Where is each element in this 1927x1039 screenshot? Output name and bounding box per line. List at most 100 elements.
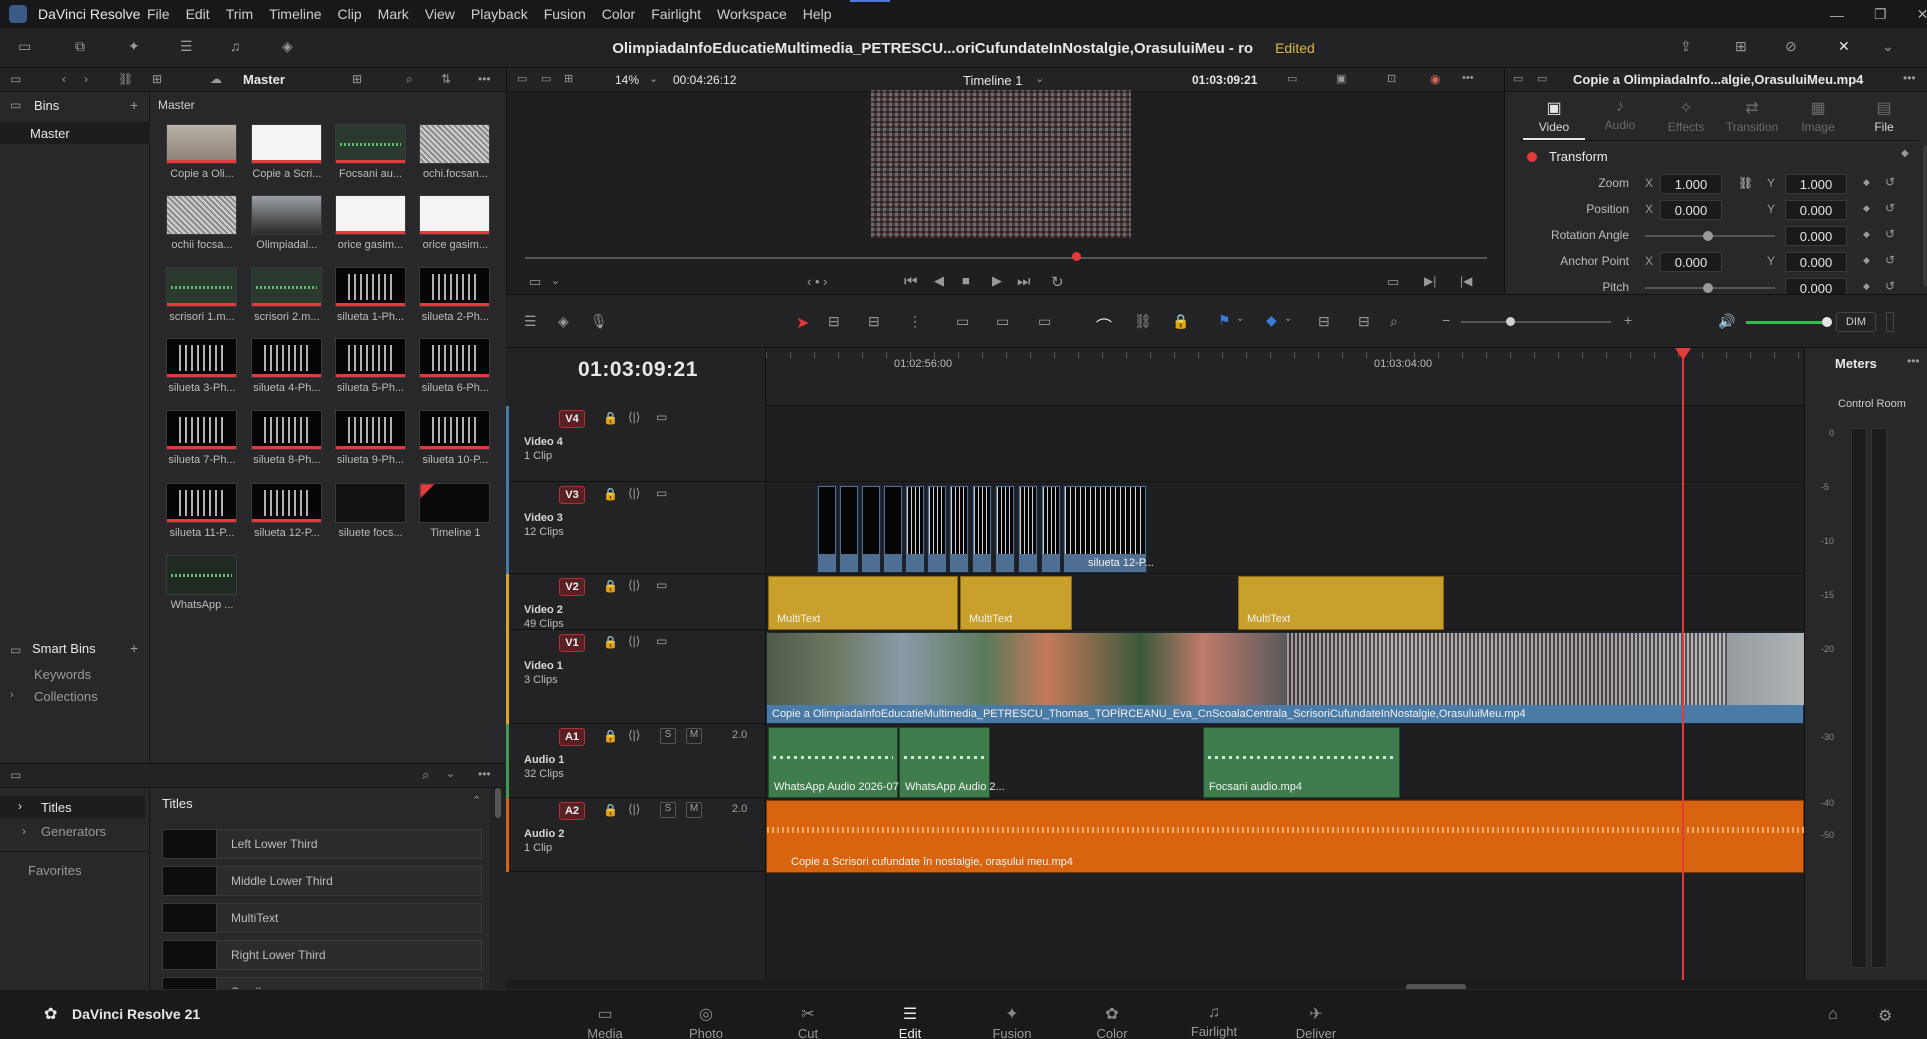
- page-tab-cut[interactable]: ✂ Cut: [758, 1004, 858, 1039]
- edit-index-icon[interactable]: ✦: [128, 38, 140, 55]
- menu-trim[interactable]: Trim: [226, 6, 253, 22]
- stacked-view-icon[interactable]: ◈: [558, 313, 569, 330]
- blade-tool-icon[interactable]: ⋮: [908, 313, 922, 330]
- skip-start-icon[interactable]: ⏮: [904, 273, 918, 290]
- flag-icon[interactable]: ⚑: [1218, 312, 1231, 329]
- mute-button[interactable]: M: [686, 802, 702, 818]
- menu-file[interactable]: File: [147, 6, 170, 22]
- slider-handle[interactable]: [1703, 283, 1713, 293]
- clip-mode-icon[interactable]: ▭: [529, 274, 541, 290]
- v3-clip[interactable]: [817, 485, 837, 573]
- match-frame-icon[interactable]: ▭: [1387, 274, 1399, 290]
- v2-clip-multitext[interactable]: MultiText: [960, 576, 1072, 630]
- track-sync-icon[interactable]: ⟨|⟩: [628, 410, 640, 424]
- timeline-view-icon[interactable]: ☰: [524, 313, 537, 330]
- close-icon[interactable]: ✕: [1917, 6, 1927, 23]
- next-edit-icon[interactable]: ▶|: [1424, 274, 1436, 288]
- track-visibility-icon[interactable]: ▭: [656, 578, 667, 592]
- media-pool-toggle-icon[interactable]: ▭: [18, 38, 31, 55]
- link-icon[interactable]: ⛓: [118, 72, 133, 86]
- title-item[interactable]: Middle Lower Third: [162, 866, 482, 896]
- maximize-icon[interactable]: ❐: [1874, 6, 1887, 23]
- track-sync-icon[interactable]: ⟨|⟩: [628, 634, 640, 648]
- track-lock-icon[interactable]: 🔒: [603, 803, 618, 817]
- menu-playback[interactable]: Playback: [471, 6, 528, 22]
- view-toggle-icon[interactable]: ◈: [282, 38, 293, 55]
- v2-clip-multitext[interactable]: MultiText: [1238, 576, 1444, 630]
- title-item[interactable]: MultiText: [162, 903, 482, 933]
- v3-clip[interactable]: [1018, 485, 1038, 573]
- clip-thumbnail[interactable]: [334, 338, 406, 379]
- clip-thumbnail[interactable]: [250, 124, 322, 165]
- v3-clip[interactable]: [883, 485, 903, 573]
- clip-thumbnail[interactable]: [250, 338, 322, 379]
- import-icon[interactable]: ⊞: [152, 72, 162, 86]
- y-value-field[interactable]: 1.000: [1785, 174, 1847, 194]
- selection-tool-icon[interactable]: ➤: [796, 313, 809, 333]
- clip-thumbnail[interactable]: [334, 409, 406, 450]
- v3-clip[interactable]: [1041, 485, 1061, 573]
- zoom-level[interactable]: 14%: [615, 73, 639, 87]
- reset-icon[interactable]: ↺: [1885, 175, 1895, 189]
- dim-button[interactable]: DIM: [1836, 312, 1876, 332]
- volume-slider-handle[interactable]: [1822, 317, 1832, 327]
- viewer-options-icon[interactable]: ▭: [1287, 72, 1297, 85]
- v3-clip[interactable]: [905, 485, 925, 573]
- slider-handle[interactable]: [1703, 231, 1713, 241]
- a1-clip[interactable]: WhatsApp Audio 2026-07-1...: [768, 727, 918, 798]
- chevron-down-icon[interactable]: ⌄: [1236, 313, 1244, 324]
- a2-clip[interactable]: Copie a Scrisori cufundate în nostalgie,…: [766, 800, 1805, 873]
- page-tab-fusion[interactable]: ✦ Fusion: [962, 1004, 1062, 1039]
- skip-end-icon[interactable]: ⏭: [1017, 273, 1031, 290]
- chevron-down-icon[interactable]: ⌄: [649, 72, 658, 85]
- bins-collapse-icon[interactable]: ▭: [10, 98, 21, 112]
- v1-clip[interactable]: Copie a OlimpiadaInfoEducatieMultimedia_…: [766, 632, 1805, 724]
- forward-icon[interactable]: ›: [84, 72, 88, 86]
- more-options-icon[interactable]: •••: [478, 72, 491, 86]
- chevron-down-icon[interactable]: ⌄: [1035, 72, 1044, 85]
- prev-edit-icon[interactable]: |◀: [1460, 274, 1472, 288]
- clip-thumbnail[interactable]: [250, 195, 322, 236]
- clip-thumbnail[interactable]: [334, 266, 406, 307]
- x-value-field[interactable]: 0.000: [1660, 200, 1722, 220]
- keyframe-icon[interactable]: ◆: [1863, 177, 1870, 188]
- y-value-field[interactable]: 0.000: [1785, 252, 1847, 272]
- clip-thumbnail[interactable]: [165, 124, 237, 165]
- meter-toggle-icon[interactable]: [1886, 312, 1894, 332]
- keyframe-icon[interactable]: ◆: [1863, 255, 1870, 266]
- track-lock-icon[interactable]: 🔒: [603, 729, 618, 743]
- track-lock-icon[interactable]: 🔒: [603, 579, 618, 593]
- x-value-field[interactable]: 1.000: [1660, 174, 1722, 194]
- v3-clip[interactable]: [861, 485, 881, 573]
- track-visibility-icon[interactable]: ▭: [656, 486, 667, 500]
- add-smart-bin-icon[interactable]: +: [130, 640, 138, 656]
- page-tab-color[interactable]: ✿ Color: [1062, 1004, 1162, 1039]
- timeline-name[interactable]: Timeline 1: [963, 73, 1022, 88]
- title-item[interactable]: Left Lower Third: [162, 829, 482, 859]
- menu-view[interactable]: View: [425, 6, 455, 22]
- v3-clip[interactable]: [927, 485, 947, 573]
- track-visibility-icon[interactable]: ▭: [656, 634, 667, 648]
- mixer-icon[interactable]: ⊞: [1735, 38, 1747, 55]
- clip-thumbnail[interactable]: [165, 266, 237, 307]
- clip-thumbnail[interactable]: [250, 409, 322, 450]
- clip-thumbnail[interactable]: [165, 338, 237, 379]
- scrubber-bar[interactable]: [525, 257, 1487, 259]
- page-tab-deliver[interactable]: ✈ Deliver: [1266, 1004, 1366, 1039]
- keyframe-icon[interactable]: ◆: [1863, 203, 1870, 214]
- settings-gear-icon[interactable]: ⚙: [1878, 1006, 1892, 1026]
- cloud-icon[interactable]: ☁: [210, 72, 222, 86]
- menu-edit[interactable]: Edit: [186, 6, 210, 22]
- a1-clip[interactable]: Focsani audio.mp4: [1203, 727, 1400, 798]
- v3-clip[interactable]: [839, 485, 859, 573]
- track-lock-icon[interactable]: 🔒: [603, 487, 618, 501]
- bin-item-master[interactable]: Master: [0, 122, 150, 144]
- reset-icon[interactable]: ↺: [1885, 279, 1895, 293]
- clip-thumbnail[interactable]: [250, 266, 322, 307]
- scrubber-playhead[interactable]: [1072, 252, 1081, 261]
- clip-thumbnail[interactable]: [419, 483, 491, 524]
- trim-tool-icon[interactable]: ⊟: [828, 313, 840, 330]
- list-icon[interactable]: ☰: [180, 38, 193, 55]
- timeline-ruler[interactable]: 01:02:56:00 01:03:04:00: [766, 348, 1804, 406]
- insert-clip-icon[interactable]: ▭: [956, 313, 969, 330]
